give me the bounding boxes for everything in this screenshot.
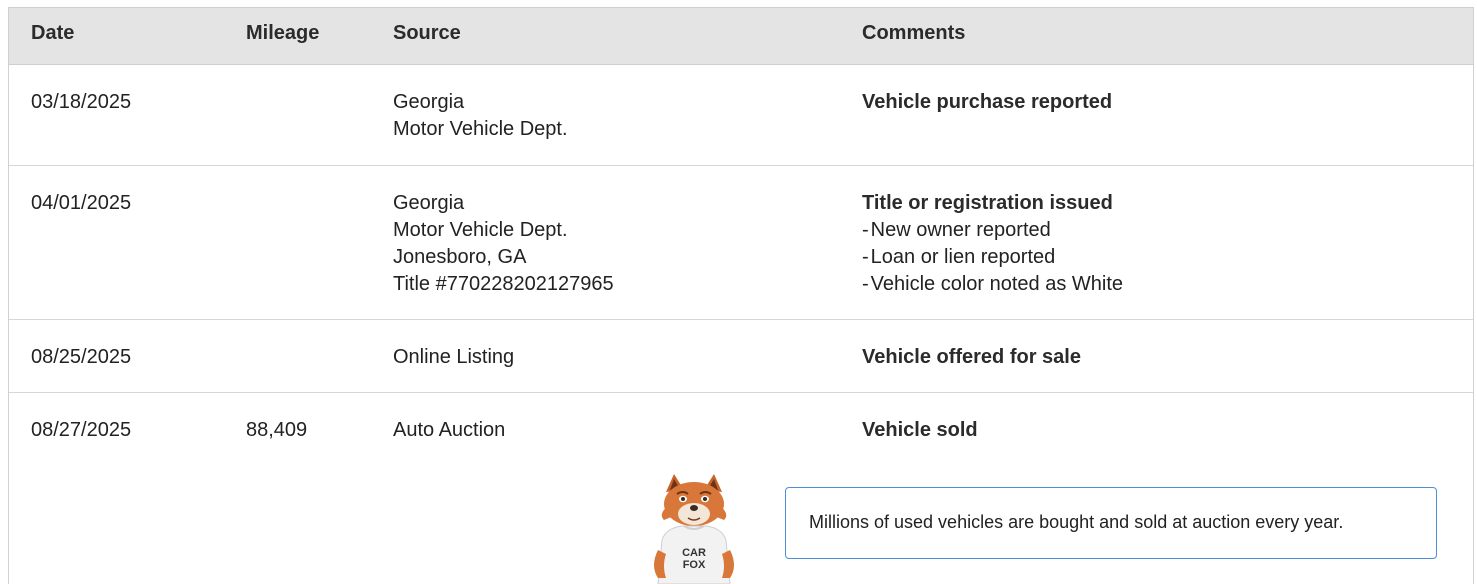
comment-title: Title or registration issued: [862, 192, 1113, 214]
row-mileage: 88,409: [246, 419, 308, 441]
header-mileage: Mileage: [246, 22, 320, 44]
source-line: Title #770228202127965: [393, 273, 614, 295]
source-line: Motor Vehicle Dept.: [393, 219, 568, 241]
row-date: 08/25/2025: [31, 346, 132, 368]
header-source: Source: [393, 22, 461, 44]
shirt-text-line: CAR: [682, 547, 706, 559]
row-source: Georgia Motor Vehicle Dept.: [393, 89, 568, 143]
tip-text: Millions of used vehicles are bought and…: [809, 512, 1344, 532]
table-row: 04/01/2025 Georgia Motor Vehicle Dept. J…: [9, 166, 1473, 320]
source-line: Georgia: [393, 91, 465, 113]
source-line: Jonesboro, GA: [393, 246, 527, 268]
row-comments: Vehicle purchase reported: [862, 89, 1112, 116]
table-header: Date Mileage Source Comments: [9, 8, 1473, 65]
carfox-mascot-icon: CAR FOX: [654, 474, 734, 584]
row-comments: Title or registration issued New owner r…: [862, 190, 1123, 298]
comment-item: New owner reported: [862, 217, 1123, 244]
comment-title: Vehicle offered for sale: [862, 346, 1081, 368]
header-comments: Comments: [862, 22, 966, 44]
shirt-text-line: FOX: [683, 559, 706, 571]
row-source: Auto Auction: [393, 417, 505, 444]
table-row: 08/25/2025 Online Listing Vehicle offere…: [9, 320, 1473, 393]
row-comments: Vehicle sold: [862, 417, 978, 444]
source-line: Online Listing: [393, 346, 515, 368]
row-source: Online Listing: [393, 344, 514, 371]
row-date: 08/27/2025: [31, 419, 132, 441]
comment-title: Vehicle purchase reported: [862, 91, 1113, 113]
row-date: 03/18/2025: [31, 91, 132, 113]
source-line: Auto Auction: [393, 419, 506, 441]
comment-title: Vehicle sold: [862, 419, 978, 441]
comment-item: Vehicle color noted as White: [862, 271, 1123, 298]
table-row: 03/18/2025 Georgia Motor Vehicle Dept. V…: [9, 65, 1473, 166]
comment-item: Loan or lien reported: [862, 244, 1123, 271]
row-source: Georgia Motor Vehicle Dept. Jonesboro, G…: [393, 190, 614, 298]
source-line: Georgia: [393, 192, 465, 214]
header-date: Date: [31, 22, 75, 44]
tip-bubble: Millions of used vehicles are bought and…: [785, 487, 1437, 559]
row-comments: Vehicle offered for sale: [862, 344, 1081, 371]
source-line: Motor Vehicle Dept.: [393, 118, 568, 140]
row-date: 04/01/2025: [31, 192, 132, 214]
